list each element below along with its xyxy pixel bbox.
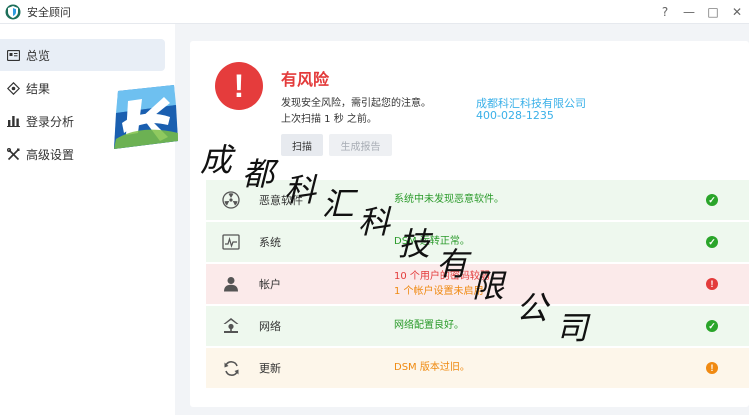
category-name: 帐户 bbox=[259, 278, 281, 291]
last-scan-time: 上次扫描 1 秒 之前。 bbox=[281, 114, 377, 125]
scan-button[interactable]: 扫描 bbox=[281, 134, 323, 156]
update-icon bbox=[222, 359, 240, 377]
sidebar-item-label: 结果 bbox=[26, 81, 51, 96]
alert-glyph: ! bbox=[233, 67, 245, 104]
category-row-malware[interactable]: 恶意软件 系统中未发现恶意软件。 ✓ bbox=[206, 180, 749, 221]
security-overview-panel: ! 有风险 发现安全风险，需引起您的注意。 上次扫描 1 秒 之前。 扫描 生成… bbox=[190, 41, 749, 407]
generate-report-button[interactable]: 生成报告 bbox=[329, 134, 392, 156]
window-title: 安全顾问 bbox=[27, 5, 71, 19]
category-status-line-1: 10 个用户的密码较弱 bbox=[394, 271, 490, 282]
overview-icon bbox=[6, 48, 20, 62]
risk-alert-icon: ! bbox=[215, 62, 263, 110]
category-name: 更新 bbox=[259, 362, 281, 375]
category-status: 系统中未发现恶意软件。 bbox=[394, 194, 504, 205]
category-status: DSM 版本过旧。 bbox=[394, 362, 470, 373]
category-row-network[interactable]: 网络 网络配置良好。 ✓ bbox=[206, 306, 749, 347]
sidebar-item-overview[interactable]: 总览 bbox=[0, 39, 165, 71]
bar-chart-icon bbox=[6, 114, 20, 128]
security-advisor-app-icon bbox=[5, 4, 21, 19]
category-name: 恶意软件 bbox=[259, 194, 303, 207]
category-name: 系统 bbox=[259, 236, 281, 249]
maximize-button[interactable]: □ bbox=[701, 0, 725, 24]
status-title: 有风险 bbox=[281, 70, 330, 89]
system-icon bbox=[222, 233, 240, 251]
results-icon bbox=[6, 81, 20, 95]
close-button[interactable]: ✕ bbox=[725, 0, 749, 24]
category-status: 网络配置良好。 bbox=[394, 320, 464, 331]
sidebar-item-label: 登录分析 bbox=[26, 114, 75, 129]
minimize-button[interactable]: — bbox=[677, 0, 701, 24]
ok-check-icon: ✓ bbox=[706, 320, 718, 332]
category-row-account[interactable]: 帐户 10 个用户的密码较弱 1 个帐户设置未启用 ! bbox=[206, 264, 749, 305]
sidebar-item-label: 高级设置 bbox=[26, 147, 75, 162]
ok-check-icon: ✓ bbox=[706, 236, 718, 248]
danger-alert-icon: ! bbox=[706, 278, 718, 290]
sidebar-item-label: 总览 bbox=[26, 48, 51, 63]
category-name: 网络 bbox=[259, 320, 281, 333]
contact-phone: 400-028-1235 bbox=[476, 109, 554, 122]
status-description: 发现安全风险，需引起您的注意。 bbox=[281, 98, 431, 109]
category-row-update[interactable]: 更新 DSM 版本过旧。 ! bbox=[206, 348, 749, 389]
malware-icon bbox=[222, 191, 240, 209]
help-button[interactable]: ? bbox=[653, 0, 677, 24]
category-status-line-2: 1 个帐户设置未启用 bbox=[394, 286, 484, 297]
network-icon bbox=[222, 317, 240, 335]
company-logo-watermark bbox=[114, 85, 178, 149]
ok-check-icon: ✓ bbox=[706, 194, 718, 206]
tools-icon bbox=[6, 147, 20, 161]
warning-alert-icon: ! bbox=[706, 362, 718, 374]
category-row-system[interactable]: 系统 DSM 运转正常。 ✓ bbox=[206, 222, 749, 263]
account-icon bbox=[222, 275, 240, 293]
title-bar: 安全顾问 ? — □ ✕ bbox=[0, 0, 749, 24]
category-status: DSM 运转正常。 bbox=[394, 236, 470, 247]
